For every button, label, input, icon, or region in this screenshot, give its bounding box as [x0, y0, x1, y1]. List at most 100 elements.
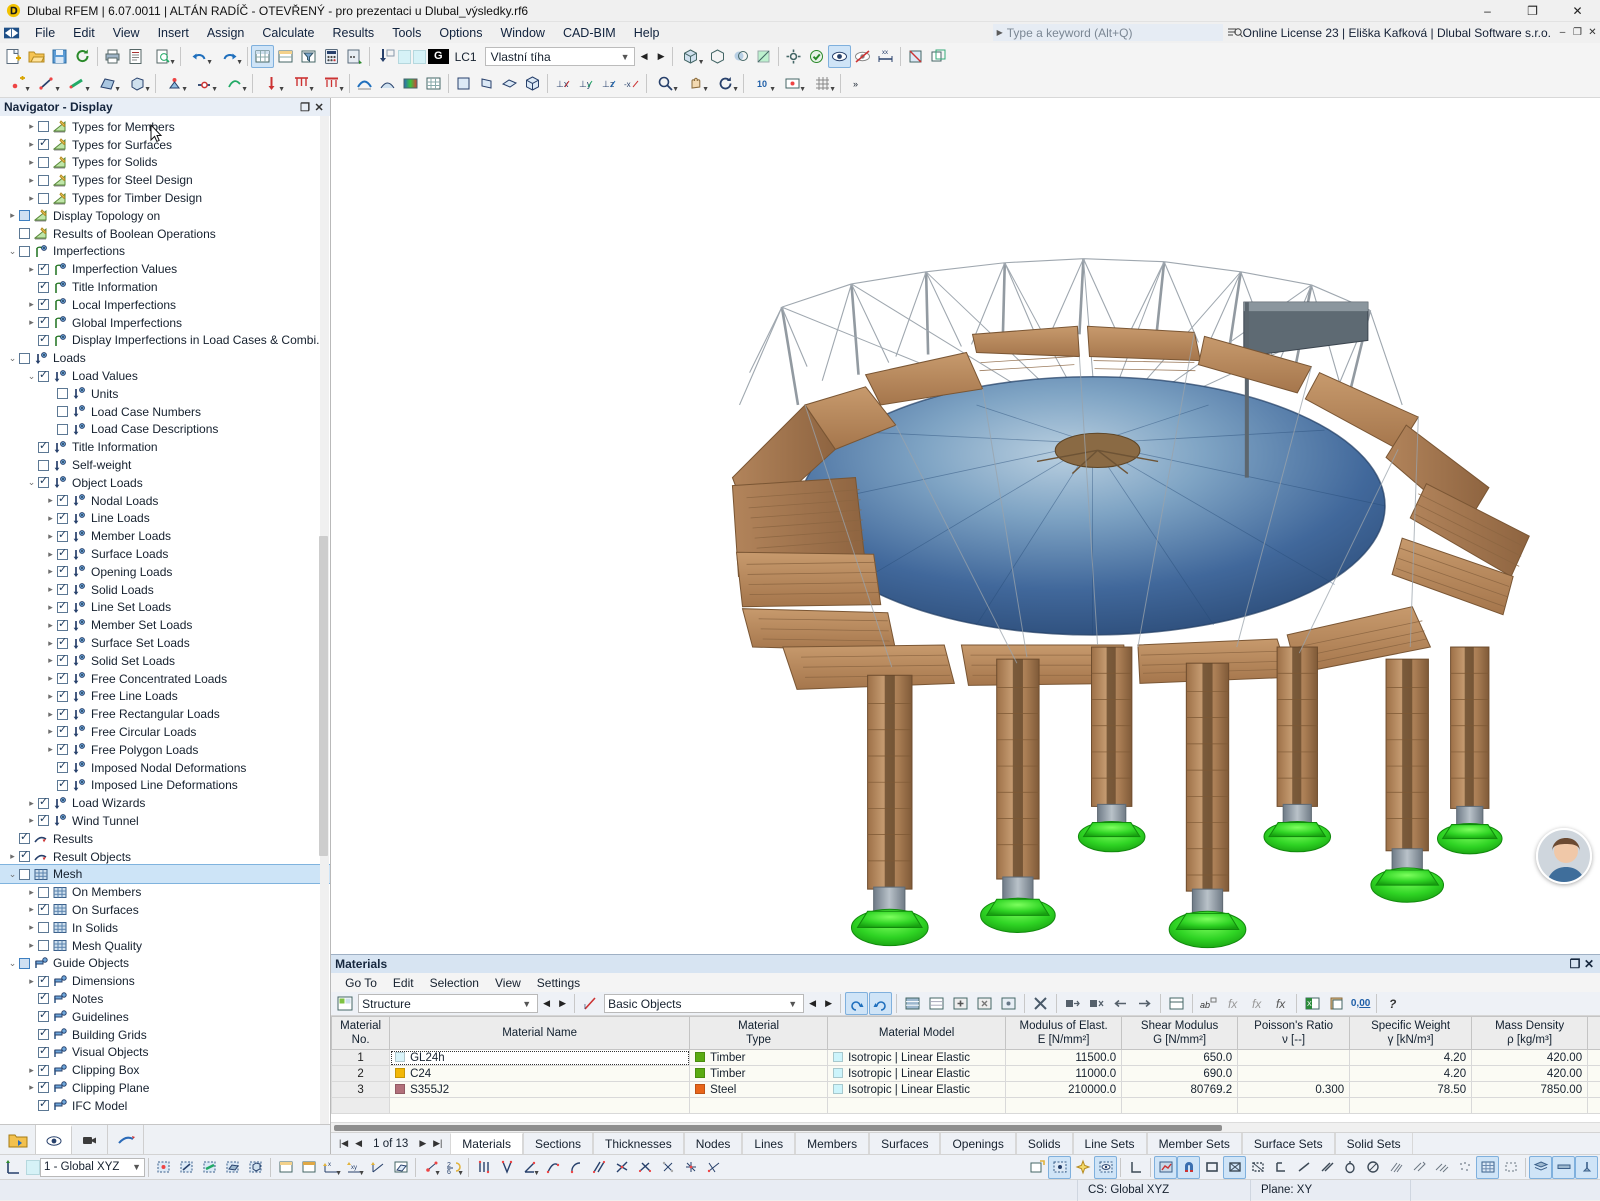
tab-display-navigator[interactable]: [36, 1125, 72, 1154]
redo-table-icon[interactable]: [869, 992, 893, 1015]
tree-expander[interactable]: ▸: [25, 299, 38, 310]
tree-expander[interactable]: ▸: [6, 210, 19, 221]
table-row[interactable]: 2 C24 Timber Isotropic | Linear Elastic 1100…: [331, 1065, 1600, 1082]
tree-checkbox[interactable]: [19, 228, 30, 240]
tree-checkbox[interactable]: [38, 973, 49, 987]
print-preview-icon[interactable]: ▼: [147, 45, 177, 68]
structure-filter-select[interactable]: Structure ▼: [358, 994, 539, 1013]
tree-item-types-for-members[interactable]: ▸ Types for Members: [0, 118, 330, 136]
delete-all-icon[interactable]: [1029, 992, 1052, 1015]
tree-checkbox[interactable]: [38, 332, 49, 346]
cell-specific-weight[interactable]: 78.50: [1349, 1081, 1473, 1098]
display-navigator-tree[interactable]: ▸ Types for Members ▸ Types for Surfaces ▸ Ty…: [0, 116, 331, 1124]
delete-row-icon[interactable]: [973, 992, 996, 1015]
tree-checkbox[interactable]: [38, 795, 49, 809]
refresh-icon[interactable]: [71, 45, 94, 68]
tree-item-clipping-box[interactable]: ▸ Clipping Box: [0, 1061, 330, 1079]
bottom-tab-members[interactable]: Members: [795, 1133, 870, 1154]
tree-expander[interactable]: ▸: [25, 940, 38, 951]
navigator-scrollbar[interactable]: [319, 116, 330, 1124]
dimensions-toggle-icon[interactable]: xx: [874, 45, 897, 68]
tree-checkbox[interactable]: [19, 830, 30, 845]
tree-checkbox[interactable]: [38, 922, 49, 934]
navigator-scrollbar-thumb[interactable]: [319, 536, 329, 856]
insert-hinge-icon[interactable]: ▼: [189, 72, 219, 95]
cell-material-name[interactable]: S355J2: [389, 1081, 691, 1098]
tree-expander[interactable]: ▸: [44, 584, 57, 595]
tree-expander[interactable]: ▸: [25, 317, 38, 328]
layers-icon[interactable]: [1529, 1155, 1552, 1179]
tree-item-on-surfaces[interactable]: ▸ On Surfaces: [0, 901, 330, 919]
tree-checkbox[interactable]: [57, 492, 68, 507]
crossing-lines-icon[interactable]: [633, 1156, 656, 1179]
tree-checkbox[interactable]: [38, 474, 49, 489]
bottom-tab-thicknesses[interactable]: Thicknesses: [593, 1133, 684, 1154]
support-display-icon[interactable]: [1575, 1155, 1598, 1179]
more-tools-icon[interactable]: »: [844, 72, 867, 95]
snap-to-member-icon[interactable]: [198, 1156, 221, 1179]
render-quality-icon[interactable]: [1154, 1155, 1177, 1179]
tree-expander[interactable]: ▸: [25, 904, 38, 915]
axis-x-neg-icon[interactable]: -x: [620, 72, 643, 95]
cell-empty[interactable]: [389, 1097, 691, 1114]
next-page-button[interactable]: ▶: [416, 1138, 429, 1149]
tree-checkbox[interactable]: [57, 741, 68, 756]
tree-checkbox[interactable]: [38, 314, 49, 329]
tree-checkbox[interactable]: [57, 652, 68, 667]
tree-checkbox[interactable]: [38, 192, 49, 204]
cell-poissons-ratio[interactable]: [1237, 1065, 1351, 1082]
tree-checkbox[interactable]: [38, 1097, 49, 1112]
tree-item-solid-loads[interactable]: ▸ Solid Loads: [0, 581, 330, 599]
tree-expander[interactable]: ▸: [25, 1082, 38, 1093]
coordinate-system-select[interactable]: 1 - Global XYZ ▼: [40, 1157, 145, 1177]
dotted-area-icon[interactable]: [1453, 1156, 1476, 1179]
prev-page-button[interactable]: ◀: [352, 1138, 365, 1149]
tree-checkbox[interactable]: [57, 777, 68, 791]
parallel-lines-icon[interactable]: [472, 1156, 495, 1179]
table-row-empty[interactable]: [331, 1097, 1600, 1114]
undo-table-icon[interactable]: [845, 992, 869, 1015]
deformation-results-icon[interactable]: [353, 72, 376, 95]
tree-checkbox[interactable]: [38, 368, 49, 382]
formula-clear-icon[interactable]: fx: [1269, 992, 1292, 1015]
tree-checkbox[interactable]: [57, 759, 68, 774]
menu-options[interactable]: Options: [430, 24, 491, 42]
tree-checkbox[interactable]: [38, 261, 49, 275]
tree-item-units[interactable]: Units: [0, 385, 330, 403]
bottom-tab-sections[interactable]: Sections: [522, 1133, 593, 1154]
cell-material-type[interactable]: Timber: [689, 1065, 829, 1082]
tree-item-surface-loads[interactable]: ▸ Surface Loads: [0, 545, 330, 563]
doc-minimize-button[interactable]: –: [1555, 24, 1570, 42]
tree-item-display-topology-on[interactable]: ▸ Display Topology on: [0, 207, 330, 225]
cell-mass-density[interactable]: 7850.00: [1471, 1081, 1589, 1098]
table-edit-icon[interactable]: [274, 45, 297, 68]
cell-empty[interactable]: [1005, 1097, 1123, 1114]
materials-close-icon[interactable]: ✕: [1582, 957, 1596, 971]
materials-float-icon[interactable]: ❐: [1568, 957, 1582, 971]
tree-expander[interactable]: ▸: [44, 726, 57, 737]
doc-close-button[interactable]: ✕: [1585, 24, 1600, 42]
intersect-lines-icon[interactable]: [610, 1156, 633, 1179]
insert-solid-icon[interactable]: ▼: [122, 72, 152, 95]
view-iso-icon[interactable]: [521, 72, 544, 95]
menu-window[interactable]: Window: [491, 24, 553, 42]
wireframe-icon[interactable]: [706, 45, 729, 68]
tree-item-load-wizards[interactable]: ▸ Load Wizards: [0, 794, 330, 812]
tree-expander[interactable]: ▸: [44, 709, 57, 720]
tree-item-member-loads[interactable]: ▸ Member Loads: [0, 527, 330, 545]
tree-checkbox[interactable]: [38, 1044, 49, 1058]
cell-specific-weight[interactable]: 4.20: [1349, 1065, 1473, 1082]
view-selected-icon[interactable]: [827, 45, 851, 68]
first-page-button[interactable]: |◀: [337, 1138, 350, 1149]
tree-item-wind-tunnel[interactable]: ▸ Wind Tunnel: [0, 812, 330, 830]
tree-item-nodal-loads[interactable]: ▸ Nodal Loads: [0, 492, 330, 510]
tree-checkbox[interactable]: [57, 563, 68, 578]
tree-checkbox[interactable]: [38, 1026, 49, 1041]
cell-mass-density[interactable]: 420.00: [1471, 1065, 1589, 1082]
tree-expander[interactable]: ▸: [25, 175, 38, 186]
menu-cad-bim[interactable]: CAD-BIM: [554, 24, 625, 42]
circle-select-icon[interactable]: [1338, 1156, 1361, 1179]
internal-forces-icon[interactable]: [376, 72, 399, 95]
tree-item-free-circular-loads[interactable]: ▸ Free Circular Loads: [0, 723, 330, 741]
bottom-tab-solid-sets[interactable]: Solid Sets: [1334, 1133, 1413, 1154]
